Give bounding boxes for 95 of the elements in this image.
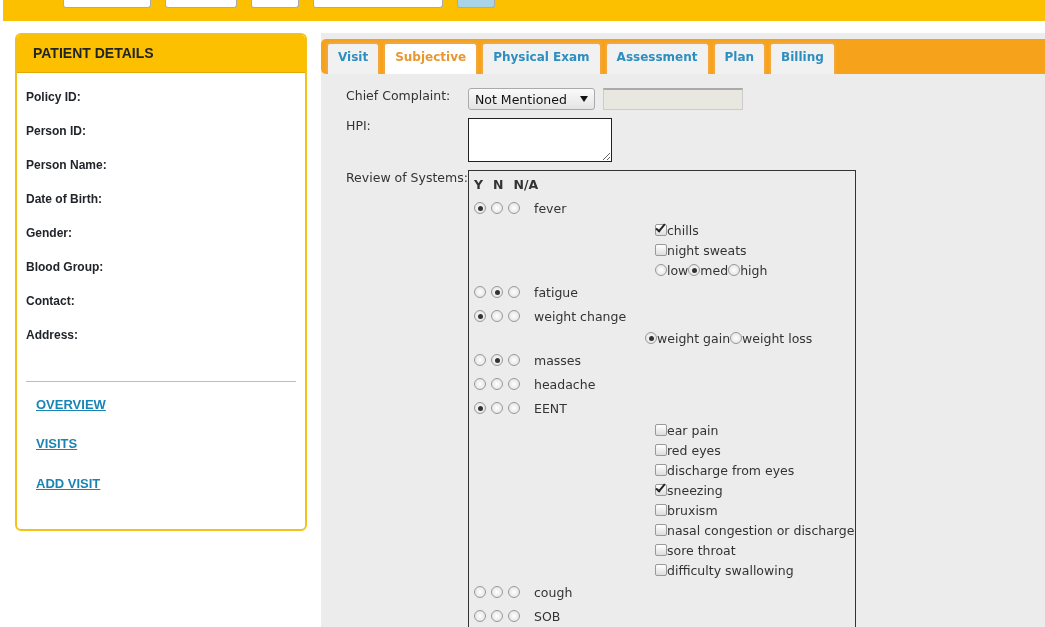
field-label: Review of Systems: — [346, 170, 468, 185]
caret-icon — [580, 96, 588, 102]
option-label: bruxism — [667, 502, 718, 518]
option-label: red eyes — [667, 442, 721, 458]
radio-button[interactable] — [491, 402, 503, 414]
option-label: ear pain — [667, 422, 719, 438]
checkbox[interactable] — [655, 244, 667, 256]
radio-button[interactable] — [730, 332, 743, 344]
option-label: high — [740, 262, 768, 278]
option-label: chills — [667, 222, 699, 238]
radio-button[interactable] — [508, 402, 520, 414]
checkbox[interactable] — [655, 464, 667, 476]
checkbox[interactable] — [655, 564, 667, 576]
symptom-label: headache — [534, 376, 596, 392]
checkbox[interactable] — [655, 444, 667, 456]
radio-button[interactable] — [474, 354, 486, 366]
radio-button[interactable] — [474, 586, 486, 598]
option-label: difficulty swallowing — [667, 562, 794, 578]
column-header: Y — [474, 177, 484, 192]
radio-button[interactable] — [728, 264, 741, 276]
radio-button[interactable] — [491, 610, 503, 622]
field-label: Policy ID: — [26, 89, 82, 106]
radio-button[interactable] — [491, 286, 503, 298]
nav-link-item[interactable]: ADD VISIT — [36, 476, 101, 491]
radio-button[interactable] — [508, 310, 520, 322]
option-label: sneezing — [667, 482, 723, 498]
input-field[interactable] — [165, 0, 237, 8]
radio-button[interactable] — [508, 286, 520, 298]
column-header: N — [493, 177, 504, 192]
field-label: Person ID: — [26, 123, 87, 140]
radio-button[interactable] — [508, 586, 520, 598]
checkbox[interactable] — [655, 484, 667, 496]
radio-button[interactable] — [474, 610, 486, 622]
radio-button[interactable] — [491, 310, 503, 322]
radio-button[interactable] — [474, 310, 486, 322]
field-label: Address: — [26, 327, 79, 344]
input-field[interactable] — [63, 0, 151, 8]
option-label: med — [700, 262, 729, 278]
radio-button[interactable] — [491, 586, 503, 598]
field-label: Blood Group: — [26, 259, 105, 276]
radio-button[interactable] — [508, 354, 520, 366]
symptom-label: fatigue — [534, 284, 578, 300]
option-label: nasal congestion or discharge — [667, 522, 855, 538]
tab[interactable]: Billing — [769, 42, 836, 74]
field-label: HPI: — [346, 118, 372, 133]
tab[interactable]: Assessment — [604, 42, 710, 74]
column-header: N/A — [513, 177, 539, 192]
field-label: Person Name: — [26, 157, 108, 174]
radio-button[interactable] — [508, 202, 520, 214]
radio-button[interactable] — [474, 286, 486, 298]
radio-button[interactable] — [655, 264, 667, 276]
radio-button[interactable] — [491, 378, 503, 390]
option-label: sore throat — [667, 542, 736, 558]
nav-link-item[interactable]: VISITS — [36, 437, 78, 452]
radio-button[interactable] — [688, 264, 701, 276]
checkbox[interactable] — [655, 424, 667, 436]
tab[interactable]: Subjective — [383, 42, 479, 74]
radio-button[interactable] — [508, 610, 520, 622]
tab[interactable]: Plan — [712, 42, 767, 74]
symptom-label: cough — [534, 584, 573, 600]
radio-button[interactable] — [474, 402, 486, 414]
radio-button[interactable] — [491, 354, 503, 366]
text-field[interactable] — [603, 88, 743, 110]
search-button[interactable] — [457, 0, 495, 8]
symptom-label: fever — [534, 200, 567, 216]
tab[interactable]: Visit — [326, 42, 381, 74]
option-label: weight loss — [742, 330, 813, 346]
field-label: Gender: — [26, 225, 73, 242]
radio-button[interactable] — [508, 378, 520, 390]
field-label: Date of Birth: — [26, 191, 103, 208]
tab[interactable]: Physical Exam — [481, 42, 602, 74]
radio-button[interactable] — [474, 202, 486, 214]
radio-button[interactable] — [645, 332, 657, 344]
checkbox[interactable] — [655, 504, 667, 516]
option-label: weight gain — [657, 330, 731, 346]
card-title: PATIENT DETAILS — [17, 35, 305, 73]
symptom-label: EENT — [534, 400, 567, 416]
radio-button[interactable] — [474, 378, 486, 390]
input-field[interactable] — [251, 0, 299, 8]
field-label: Contact: — [26, 293, 76, 310]
checkbox[interactable] — [655, 524, 667, 536]
option-label: low — [667, 262, 689, 278]
complaint-dropdown[interactable]: Not Mentioned — [468, 88, 595, 110]
option-label: discharge from eyes — [667, 462, 795, 478]
symptom-label: SOB — [534, 608, 561, 624]
nav-link-item[interactable]: OVERVIEW — [36, 398, 106, 413]
hpi-textarea[interactable] — [468, 118, 612, 162]
symptom-label: masses — [534, 352, 582, 368]
radio-button[interactable] — [491, 202, 503, 214]
checkbox[interactable] — [655, 544, 667, 556]
option-label: night sweats — [667, 242, 747, 258]
symptom-label: weight change — [534, 308, 627, 324]
input-field[interactable] — [313, 0, 443, 8]
checkbox[interactable] — [655, 224, 667, 236]
field-label: Chief Complaint: — [346, 88, 452, 103]
